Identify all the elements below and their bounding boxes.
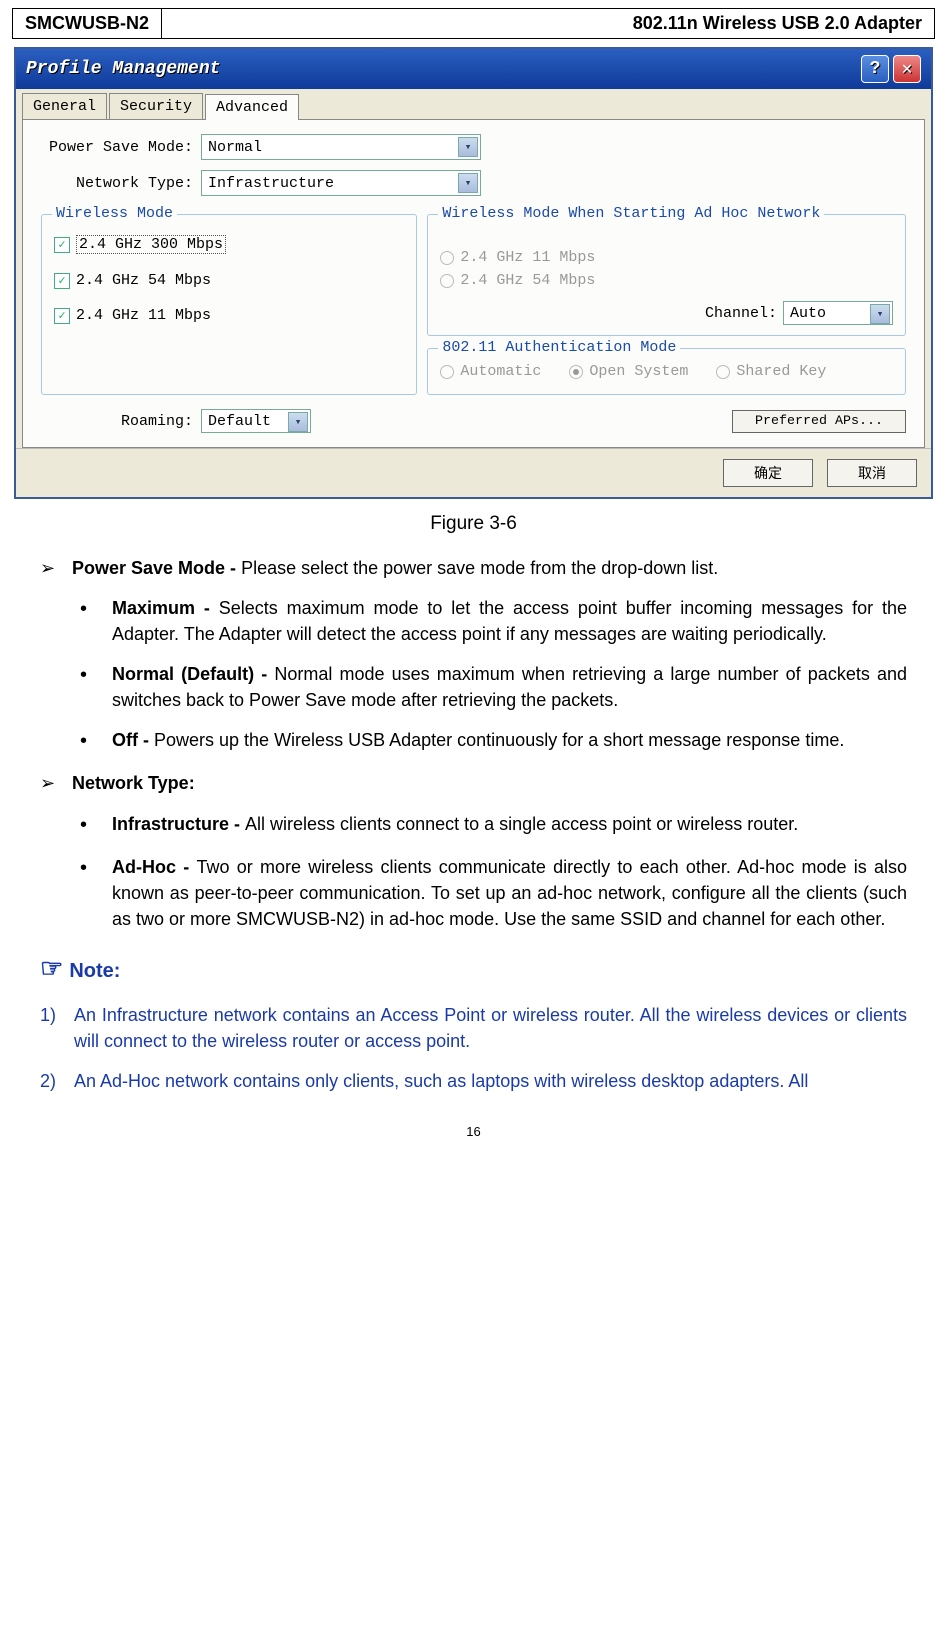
off-text: Powers up the Wireless USB Adapter conti… <box>154 730 844 750</box>
radio-auth-automatic <box>440 365 454 379</box>
chevron-down-icon: ▾ <box>458 173 478 193</box>
network-type-value: Infrastructure <box>208 175 334 192</box>
checkbox-300mbps-label: 2.4 GHz 300 Mbps <box>76 235 226 254</box>
power-save-mode-dropdown[interactable]: Normal ▾ <box>201 134 481 160</box>
maximum-text: Selects maximum mode to let the access p… <box>112 598 907 644</box>
bullet-icon: • <box>80 854 112 932</box>
network-type-heading: Network Type: <box>72 773 195 793</box>
bullet-icon: • <box>80 595 112 647</box>
note-heading: ☞ Note: <box>40 950 907 988</box>
power-save-mode-value: Normal <box>208 139 262 156</box>
psm-heading: Power Save Mode - <box>72 558 241 578</box>
channel-label: Channel: <box>705 305 777 322</box>
bullet-icon: • <box>80 811 112 840</box>
infrastructure-text: All wireless clients connect to a single… <box>245 814 798 834</box>
note-1-number: 1) <box>40 1002 74 1054</box>
cancel-button[interactable]: 取消 <box>827 459 917 487</box>
help-icon[interactable]: ? <box>861 55 889 83</box>
radio-auth-open <box>569 365 583 379</box>
off-heading: Off - <box>112 730 154 750</box>
radio-auth-open-label: Open System <box>589 363 688 380</box>
pointing-hand-icon: ☞ <box>40 953 63 983</box>
network-type-dropdown[interactable]: Infrastructure ▾ <box>201 170 481 196</box>
header-title: 802.11n Wireless USB 2.0 Adapter <box>162 9 934 38</box>
note-label: Note: <box>69 960 120 982</box>
checkbox-300mbps[interactable] <box>54 237 70 253</box>
header-model: SMCWUSB-N2 <box>13 9 162 38</box>
preferred-aps-button[interactable]: Preferred APs... <box>732 410 906 433</box>
note-2-number: 2) <box>40 1068 74 1094</box>
bullet-icon: • <box>80 727 112 756</box>
note-2-text: An Ad-Hoc network contains only clients,… <box>74 1068 907 1094</box>
adhoc-heading: Ad-Hoc - <box>112 857 196 877</box>
chevron-down-icon: ▾ <box>870 304 890 324</box>
page-header: SMCWUSB-N2 802.11n Wireless USB 2.0 Adap… <box>12 8 935 39</box>
psm-text: Please select the power save mode from t… <box>241 558 718 578</box>
radio-adhoc-54mbps <box>440 274 454 288</box>
radio-auth-automatic-label: Automatic <box>460 363 541 380</box>
close-icon[interactable]: ✕ <box>893 55 921 83</box>
maximum-heading: Maximum - <box>112 598 219 618</box>
tab-general[interactable]: General <box>22 93 107 119</box>
wireless-mode-legend: Wireless Mode <box>52 205 177 222</box>
note-1-text: An Infrastructure network contains an Ac… <box>74 1002 907 1054</box>
radio-adhoc-54mbps-label: 2.4 GHz 54 Mbps <box>460 272 595 289</box>
dialog-footer: 确定 取消 <box>16 448 931 497</box>
figure-caption: Figure 3-6 <box>0 513 947 535</box>
roaming-value: Default <box>208 413 271 430</box>
tab-body-advanced: Power Save Mode: Normal ▾ Network Type: … <box>22 119 925 448</box>
network-type-label: Network Type: <box>41 175 201 192</box>
checkbox-54mbps[interactable] <box>54 273 70 289</box>
profile-management-dialog: Profile Management ? ✕ General Security … <box>14 47 933 499</box>
ok-button[interactable]: 确定 <box>723 459 813 487</box>
power-save-mode-label: Power Save Mode: <box>41 139 201 156</box>
tab-advanced[interactable]: Advanced <box>205 94 299 120</box>
radio-adhoc-11mbps-label: 2.4 GHz 11 Mbps <box>460 249 595 266</box>
auth-mode-legend: 802.11 Authentication Mode <box>438 339 680 356</box>
adhoc-wireless-mode-legend: Wireless Mode When Starting Ad Hoc Netwo… <box>438 205 824 222</box>
checkbox-54mbps-label: 2.4 GHz 54 Mbps <box>76 272 211 289</box>
checkbox-11mbps-label: 2.4 GHz 11 Mbps <box>76 307 211 324</box>
document-content: ➢ Power Save Mode - Please select the po… <box>40 555 907 1094</box>
adhoc-wireless-mode-fieldset: Wireless Mode When Starting Ad Hoc Netwo… <box>427 214 906 336</box>
adhoc-text: Two or more wireless clients communicate… <box>112 857 907 929</box>
auth-mode-fieldset: 802.11 Authentication Mode Automatic Ope… <box>427 348 906 395</box>
roaming-label: Roaming: <box>41 413 201 430</box>
chevron-down-icon: ▾ <box>288 412 308 432</box>
radio-auth-shared <box>716 365 730 379</box>
bullet-icon: ➢ <box>40 770 72 796</box>
titlebar: Profile Management ? ✕ <box>16 49 931 89</box>
checkbox-11mbps[interactable] <box>54 308 70 324</box>
bullet-icon: ➢ <box>40 555 72 581</box>
channel-value: Auto <box>790 305 826 322</box>
wireless-mode-fieldset: Wireless Mode 2.4 GHz 300 Mbps 2.4 GHz 5… <box>41 214 417 395</box>
radio-adhoc-11mbps <box>440 251 454 265</box>
bullet-icon: • <box>80 661 112 713</box>
radio-auth-shared-label: Shared Key <box>736 363 826 380</box>
roaming-dropdown[interactable]: Default ▾ <box>201 409 311 433</box>
titlebar-text: Profile Management <box>26 59 861 79</box>
page-number: 16 <box>0 1124 947 1139</box>
normal-heading: Normal (Default) - <box>112 664 274 684</box>
tab-security[interactable]: Security <box>109 93 203 119</box>
infrastructure-heading: Infrastructure - <box>112 814 245 834</box>
tab-row: General Security Advanced <box>16 89 931 119</box>
channel-dropdown[interactable]: Auto ▾ <box>783 301 893 325</box>
chevron-down-icon: ▾ <box>458 137 478 157</box>
